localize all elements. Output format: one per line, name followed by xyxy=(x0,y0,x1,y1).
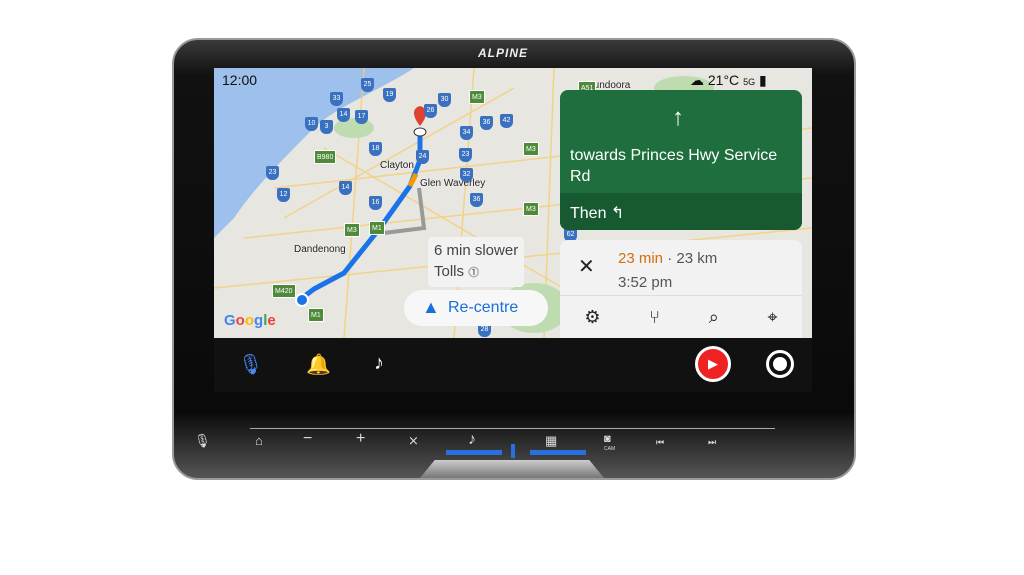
route-shield: 23 xyxy=(459,148,472,162)
route-shield: 30 xyxy=(438,93,451,107)
street-name: towards Princes Hwy Service Rd xyxy=(570,147,778,185)
navigation-arrow-icon: ▲ xyxy=(422,297,440,317)
toll-icon: ⓵ xyxy=(468,267,480,279)
audio-indicator xyxy=(446,450,502,455)
then-label: Then xyxy=(570,205,607,222)
search-icon[interactable]: ⌕ xyxy=(709,307,719,328)
route-shield: M1 xyxy=(308,308,324,322)
center-indicator xyxy=(511,444,515,458)
route-shield: 32 xyxy=(460,168,473,182)
route-shield: M1 xyxy=(369,221,385,235)
apps-indicator xyxy=(530,450,586,455)
recentre-button[interactable]: ▲ Re-centre xyxy=(404,290,548,326)
route-shield: 23 xyxy=(266,166,279,180)
turn-card[interactable]: ↑ towards Princes Hwy Service Rd Then ↰ xyxy=(560,90,802,230)
route-shield: 25 xyxy=(361,78,374,92)
microphone-icon[interactable]: 🎙 xyxy=(238,352,263,377)
route-shield: 24 xyxy=(416,150,429,164)
trip-distance: 23 km xyxy=(676,250,718,267)
mic-hole-icon: 🎙 xyxy=(194,433,211,448)
route-options-icon[interactable]: ⑂ xyxy=(649,307,660,328)
route-shield: 17 xyxy=(355,110,368,124)
mute-icon[interactable]: ⨯ xyxy=(408,433,419,449)
current-location-marker xyxy=(295,293,309,307)
trip-card: ✕ 23 min · 23 km 3:52 pm ⚙ ⑂ ⌕ ⌖ xyxy=(560,240,802,338)
map-label: Glen Waverley xyxy=(420,178,486,189)
settings-icon[interactable]: ⚙ xyxy=(584,307,600,328)
route-shield: 3 xyxy=(320,120,333,134)
record-button-icon[interactable] xyxy=(766,350,794,378)
route-shield: 10 xyxy=(305,117,318,131)
recentre-label: Re-centre xyxy=(448,299,519,316)
network-indicator: 5G xyxy=(743,77,756,87)
location-pin-icon[interactable]: ⌖ xyxy=(768,307,778,328)
battery-icon: ▮ xyxy=(758,72,767,88)
route-shield: M3 xyxy=(469,90,485,104)
volume-up-icon[interactable]: + xyxy=(356,430,365,448)
clock: 12:00 xyxy=(222,72,258,88)
route-shield: M420 xyxy=(272,284,296,298)
camera-button-icon[interactable]: ◙ CAM xyxy=(604,433,615,457)
cloud-icon: ☁ xyxy=(690,72,704,88)
bell-icon[interactable]: 🔔 xyxy=(306,352,331,377)
volume-down-icon[interactable]: − xyxy=(303,430,312,448)
route-shield: 16 xyxy=(369,196,382,210)
alternate-tolls: Tolls xyxy=(434,263,465,280)
arrival-time: 3:52 pm xyxy=(618,274,673,291)
route-shield: B980 xyxy=(314,150,337,164)
route-shield: M3 xyxy=(523,142,539,156)
route-shield: 12 xyxy=(277,188,290,202)
route-shield: 26 xyxy=(424,104,437,118)
google-logo: Google xyxy=(224,312,276,329)
route-shield: 18 xyxy=(369,142,382,156)
alternate-route-callout[interactable]: 6 min slower Tolls ⓵ xyxy=(428,237,525,287)
trip-duration: 23 min xyxy=(618,250,664,267)
android-auto-screen: 12:00 ☁ 21°C 5G ▮ Bundoora Clayton Glen … xyxy=(214,68,812,392)
route-shield: 36 xyxy=(480,116,493,130)
turn-left-icon: ↰ xyxy=(610,205,625,222)
route-shield: 33 xyxy=(330,92,343,106)
bezel-bottom-tab xyxy=(420,460,604,478)
previous-track-icon[interactable]: ⏮ xyxy=(656,437,664,448)
music-note-icon[interactable]: ♪ xyxy=(374,352,384,375)
hardware-divider xyxy=(250,428,775,429)
dock: 🎙 🔔 ♪ ▶ xyxy=(214,338,812,392)
map-label: Dandenong xyxy=(294,244,346,255)
route-shield: M3 xyxy=(523,202,539,216)
map-label: Clayton xyxy=(380,160,414,171)
route-shield: 36 xyxy=(470,193,483,207)
temperature: 21°C xyxy=(707,72,740,88)
audio-button-icon[interactable]: ♪ xyxy=(468,431,476,449)
youtube-music-icon[interactable]: ▶ xyxy=(695,346,731,382)
alpine-logo: ALPINE xyxy=(478,46,529,60)
route-shield: 14 xyxy=(337,108,350,122)
apps-grid-icon[interactable]: ▦ xyxy=(545,433,557,449)
route-shield: 34 xyxy=(460,126,473,140)
map-button-icon[interactable]: ⌂ xyxy=(255,433,263,448)
alternate-time: 6 min slower xyxy=(434,242,519,259)
map-view[interactable]: 12:00 ☁ 21°C 5G ▮ Bundoora Clayton Glen … xyxy=(214,68,812,338)
then-row: Then ↰ xyxy=(560,193,802,230)
route-shield: M3 xyxy=(344,223,360,237)
next-track-icon[interactable]: ⏭ xyxy=(708,437,716,448)
route-shield: 14 xyxy=(339,181,352,195)
arrow-up-icon: ↑ xyxy=(672,104,684,131)
route-shield: 42 xyxy=(500,114,513,128)
close-icon[interactable]: ✕ xyxy=(578,254,595,279)
route-shield: 19 xyxy=(383,88,396,102)
